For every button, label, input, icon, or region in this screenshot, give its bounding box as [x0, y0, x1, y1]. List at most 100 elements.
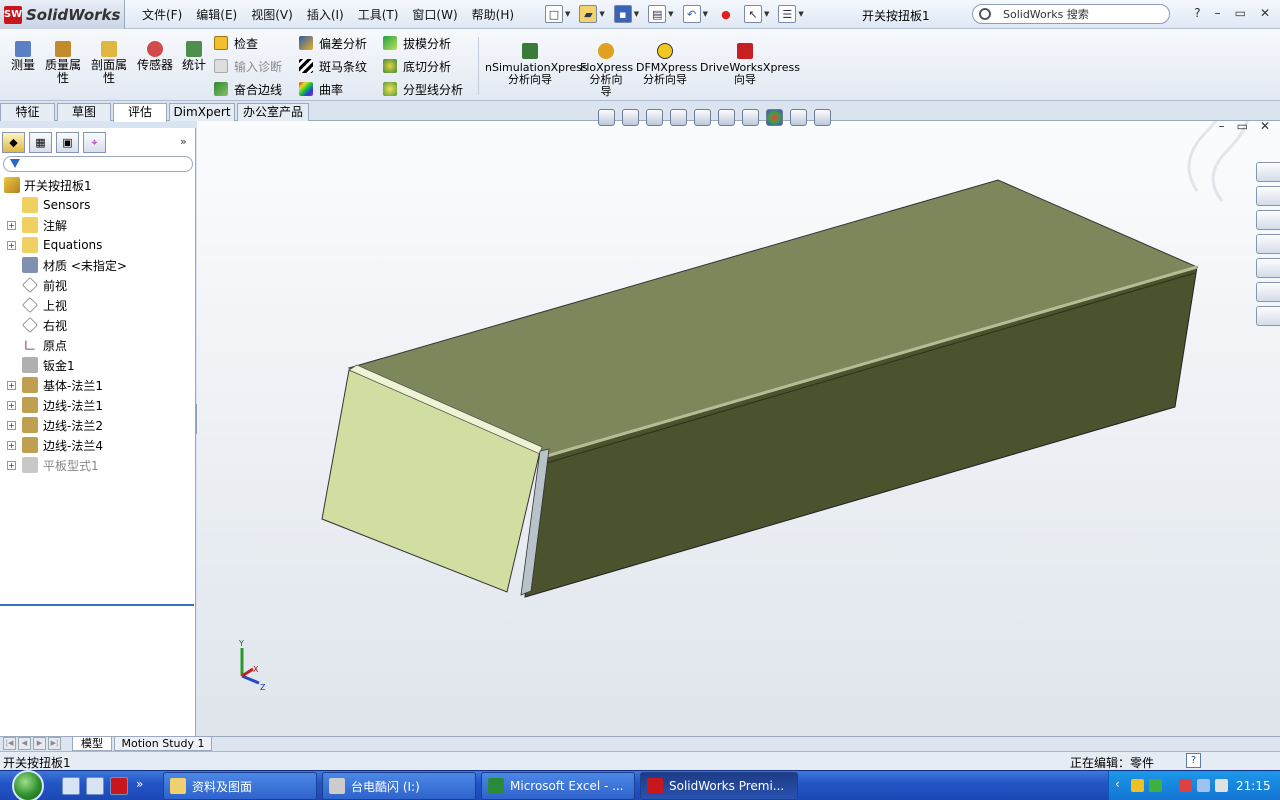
edit-appearance-icon[interactable]: [766, 109, 783, 126]
first-tab-icon[interactable]: |◀: [3, 737, 16, 750]
show-desktop-icon[interactable]: [62, 777, 80, 795]
task-drive[interactable]: 台电酷闪 (I:): [322, 772, 476, 800]
graphics-viewport[interactable]: Y X Z: [197, 121, 1280, 736]
fillet-edges-button[interactable]: 奋合边线: [214, 80, 282, 98]
tree-item[interactable]: 钣金1: [0, 355, 194, 375]
chevron-down-icon[interactable]: ▼: [703, 10, 708, 18]
new-document-icon[interactable]: □: [545, 5, 563, 23]
menu-insert[interactable]: 插入(I): [300, 6, 351, 23]
tray-usb-icon[interactable]: [1179, 779, 1192, 792]
chevron-down-icon[interactable]: ▼: [634, 10, 639, 18]
expand-icon[interactable]: +: [7, 240, 16, 250]
driveworksxpress-button[interactable]: DriveWorksXpress 向导: [700, 43, 800, 86]
home-icon[interactable]: [1256, 162, 1280, 182]
check-button[interactable]: 检查: [214, 34, 258, 52]
menu-tools[interactable]: 工具(T): [351, 6, 406, 23]
save-icon[interactable]: ▪: [613, 5, 632, 23]
next-tab-icon[interactable]: ▶: [33, 737, 46, 750]
rollback-bar[interactable]: [0, 604, 194, 606]
tree-item[interactable]: 上视: [0, 295, 194, 315]
chevron-down-icon[interactable]: ▼: [599, 10, 604, 18]
view-orientation-icon[interactable]: [694, 109, 711, 126]
sensor-button[interactable]: 传感器: [135, 41, 175, 72]
menu-file[interactable]: 文件(F): [135, 6, 189, 23]
measure-button[interactable]: 测量: [8, 41, 38, 72]
view-settings-icon[interactable]: [814, 109, 831, 126]
tree-item[interactable]: + 边线-法兰4: [0, 435, 194, 455]
tree-item[interactable]: + 基体-法兰1: [0, 375, 194, 395]
tree-item[interactable]: 前视: [0, 275, 194, 295]
chevron-down-icon[interactable]: ▼: [565, 10, 570, 18]
tree-item[interactable]: + 注解: [0, 215, 194, 235]
viewport-restore-button[interactable]: ▭: [1237, 119, 1248, 133]
feature-manager-tab-icon[interactable]: ◆: [2, 132, 25, 153]
display-style-icon[interactable]: [718, 109, 735, 126]
custom-properties-icon[interactable]: [1256, 306, 1280, 326]
open-folder-icon[interactable]: ▰: [579, 5, 598, 23]
configuration-manager-tab-icon[interactable]: ▣: [56, 132, 79, 153]
floxpress-button[interactable]: FloXpress 分析向 导: [580, 43, 633, 98]
last-tab-icon[interactable]: ▶|: [48, 737, 61, 750]
options-icon[interactable]: ☰: [778, 5, 797, 23]
simulationxpress-button[interactable]: nSimulationXpress 分析向导: [485, 43, 588, 86]
tray-volume-icon[interactable]: [1215, 779, 1228, 792]
tray-app-icon[interactable]: [1131, 779, 1144, 792]
property-manager-tab-icon[interactable]: ▦: [29, 132, 52, 153]
statistics-button[interactable]: 统计: [180, 41, 208, 72]
tray-security-icon[interactable]: [1149, 779, 1162, 792]
tray-network-icon[interactable]: [1197, 779, 1210, 792]
tree-item[interactable]: 右视: [0, 315, 194, 335]
feature-filter-input[interactable]: [3, 156, 193, 172]
prev-tab-icon[interactable]: ◀: [18, 737, 31, 750]
task-excel[interactable]: Microsoft Excel - ...: [481, 772, 635, 800]
status-help-button[interactable]: ?: [1186, 753, 1201, 768]
search-input[interactable]: SolidWorks 搜索: [972, 4, 1170, 24]
view-palette-icon[interactable]: [1256, 258, 1280, 278]
section-view-icon[interactable]: [670, 109, 687, 126]
tab-features[interactable]: 特征: [0, 103, 55, 121]
hide-show-items-icon[interactable]: [742, 109, 759, 126]
deviation-analysis-button[interactable]: 偏差分析: [299, 34, 367, 52]
zoom-to-area-icon[interactable]: [622, 109, 639, 126]
section-properties-button[interactable]: 剖面属 性: [89, 41, 129, 85]
minimize-button[interactable]: –: [1215, 6, 1221, 20]
undo-icon[interactable]: ↶: [682, 5, 701, 23]
tree-item[interactable]: Sensors: [0, 195, 194, 215]
solidworks-launch-icon[interactable]: [110, 777, 128, 795]
select-cursor-icon[interactable]: ↖: [743, 5, 762, 23]
parting-line-analysis-button[interactable]: 分型线分析: [383, 80, 463, 98]
zoom-to-fit-icon[interactable]: [598, 109, 615, 126]
rebuild-icon[interactable]: ●: [717, 5, 735, 23]
expand-icon[interactable]: +: [7, 440, 16, 450]
tab-office-products[interactable]: 办公室产品: [237, 103, 309, 121]
more-quicklaunch-icon[interactable]: »: [136, 777, 143, 795]
viewport-minimize-button[interactable]: –: [1219, 119, 1225, 133]
zebra-stripes-button[interactable]: 斑马条纹: [299, 57, 367, 75]
switch-windows-icon[interactable]: [86, 777, 104, 795]
tree-item[interactable]: + 平板型式1: [0, 455, 194, 475]
model-view[interactable]: Y X Z: [197, 121, 1280, 736]
expand-icon[interactable]: +: [7, 400, 16, 410]
draft-analysis-button[interactable]: 拔模分析: [383, 34, 451, 52]
start-button[interactable]: [0, 770, 56, 800]
previous-view-icon[interactable]: [646, 109, 663, 126]
chevron-down-icon[interactable]: ▼: [764, 10, 769, 18]
expand-icon[interactable]: +: [7, 460, 16, 470]
apply-scene-icon[interactable]: [790, 109, 807, 126]
tree-item[interactable]: 材质 <未指定>: [0, 255, 194, 275]
menu-window[interactable]: 窗口(W): [405, 6, 464, 23]
task-folder[interactable]: 资料及图面: [163, 772, 317, 800]
file-explorer-icon[interactable]: [1256, 210, 1280, 230]
expand-icon[interactable]: +: [7, 380, 16, 390]
tab-motion-study[interactable]: Motion Study 1: [114, 737, 212, 751]
expand-icon[interactable]: +: [7, 220, 16, 230]
tray-clock[interactable]: 21:15: [1236, 779, 1271, 793]
close-button[interactable]: ✕: [1260, 6, 1270, 20]
search-results-icon[interactable]: [1256, 234, 1280, 254]
chevron-down-icon[interactable]: ▼: [798, 10, 803, 18]
viewport-close-button[interactable]: ✕: [1260, 119, 1270, 133]
design-library-icon[interactable]: [1256, 186, 1280, 206]
tab-sketch[interactable]: 草图: [57, 103, 111, 121]
tree-root[interactable]: 开关按扭板1: [0, 175, 194, 195]
expand-panel-icon[interactable]: »: [180, 135, 187, 148]
